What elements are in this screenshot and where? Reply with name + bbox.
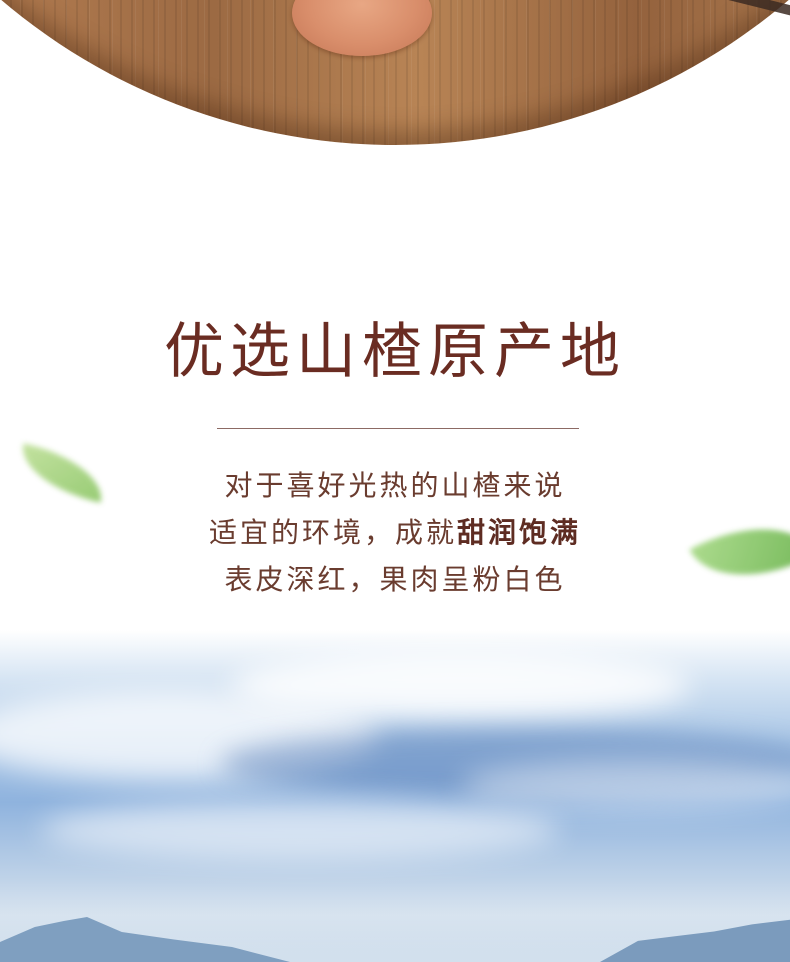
- cloud-image: [230, 650, 690, 720]
- cloud-image: [40, 800, 560, 860]
- description-line-2-text: 适宜的环境，成就: [208, 516, 457, 549]
- description-block: 对于喜好光热的山楂来说 适宜的环境，成就甜润饱满 表皮深红，果肉呈粉白色: [0, 462, 790, 603]
- description-line-2: 适宜的环境，成就甜润饱满: [0, 509, 790, 556]
- title-divider: [217, 428, 579, 429]
- description-line-3: 表皮深红，果肉呈粉白色: [224, 563, 566, 596]
- section-title: 优选山楂原产地: [164, 317, 626, 387]
- description-line-1: 对于喜好光热的山楂来说: [224, 469, 566, 502]
- description-highlight: 甜润饱满: [457, 516, 582, 549]
- page: 优选山楂原产地 对于喜好光热的山楂来说 适宜的环境，成就甜润饱满 表皮深红，果肉…: [0, 0, 790, 962]
